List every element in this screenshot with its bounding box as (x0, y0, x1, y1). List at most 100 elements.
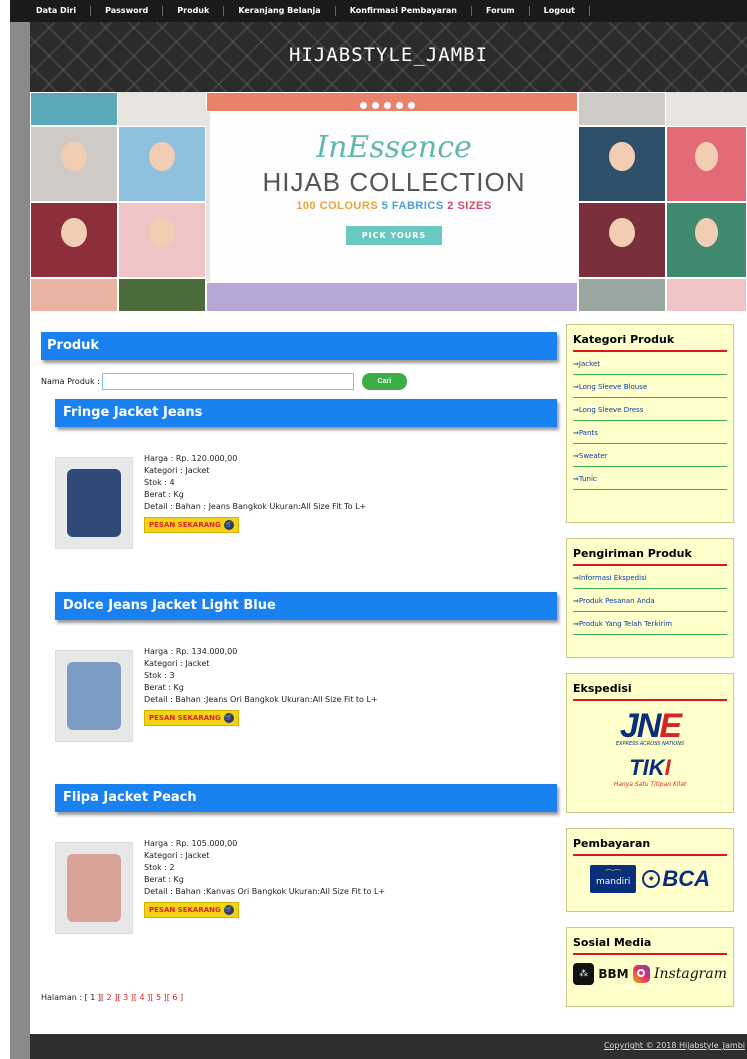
pagination-label: Halaman : (41, 993, 83, 1002)
instagram-label[interactable]: Instagram (654, 966, 727, 982)
order-now-label: PESAN SEKARANG (149, 521, 221, 529)
sidebar: Kategori Produk Jacket Long Sleeve Blous… (566, 324, 734, 1022)
banner-photo (578, 202, 666, 278)
product-image[interactable] (55, 457, 133, 549)
tag-colours: 100 COLOURS (296, 200, 379, 212)
ekspedisi-box: Ekspedisi JNE EXPRESS ACROSS NATIONS TIK… (566, 673, 734, 813)
mandiri-logo: ⌒⌒ mandiri (589, 865, 637, 893)
product-detail: Detail : Bahan : Jeans Bangkok Ukuran:Al… (144, 502, 367, 511)
pengiriman-box: Pengiriman Produk Informasi Ekspedisi Pr… (566, 538, 734, 658)
banner-photo (30, 278, 118, 312)
jne-logo: JNE EXPRESS ACROSS NATIONS (600, 709, 700, 747)
kategori-item-long-sleeve-blouse[interactable]: Long Sleeve Blouse (573, 375, 727, 398)
product-card: Flipa Jacket Peach Harga : Rp. 105.000,0… (55, 784, 557, 934)
bbm-icon[interactable]: ⁂ (573, 963, 595, 985)
search-button[interactable]: Cari (361, 373, 407, 390)
banner-collection: HIJAB COLLECTION (262, 167, 526, 197)
order-now-button[interactable]: PESAN SEKARANG 🛒 (144, 710, 239, 726)
pagination-page-5[interactable]: [ 5 ] (150, 993, 166, 1002)
kategori-title: Kategori Produk (573, 333, 727, 352)
pagination-page-3[interactable]: [ 3 ] (117, 993, 133, 1002)
pengiriman-list: Informasi Ekspedisi Produk Pesanan Anda … (573, 566, 727, 635)
pengiriman-item-produk-pesanan[interactable]: Produk Pesanan Anda (573, 589, 727, 612)
search-input[interactable] (101, 373, 354, 390)
order-now-label: PESAN SEKARANG (149, 906, 221, 914)
product-card: Fringe Jacket Jeans Harga : Rp. 120.000,… (55, 399, 557, 549)
tag-sizes: 2 SIZES (447, 200, 492, 212)
tag-fabrics: 5 FABRICS (381, 200, 444, 212)
instagram-icon[interactable] (632, 965, 651, 983)
hero-banner[interactable]: InEssence HIJAB COLLECTION 100 COLOURS 5… (30, 92, 747, 312)
product-image[interactable] (55, 650, 133, 742)
banner-photo (578, 126, 666, 202)
order-now-button[interactable]: PESAN SEKARANG 🛒 (144, 902, 239, 918)
jne-tagline: EXPRESS ACROSS NATIONS (615, 741, 685, 747)
product-category: Kategori : Jacket (144, 466, 210, 475)
left-gutter (10, 0, 30, 1059)
banner-tagline: 100 COLOURS 5 FABRICS 2 SIZES (210, 200, 578, 212)
product-title[interactable]: Dolce Jeans Jacket Light Blue (55, 592, 557, 620)
nav-konfirmasi-pembayaran[interactable]: Konfirmasi Pembayaran (336, 6, 472, 16)
pengiriman-item-informasi-ekspedisi[interactable]: Informasi Ekspedisi (573, 566, 727, 589)
slider-dots[interactable] (360, 102, 415, 109)
sosial-title: Sosial Media (573, 936, 727, 955)
product-stock: Stok : 2 (144, 863, 175, 872)
tiki-logo: TIKI Hanya Satu Titipan Kilat (573, 755, 727, 788)
social-links: ⁂ BBM Instagram (573, 963, 727, 985)
order-now-button[interactable]: PESAN SEKARANG 🛒 (144, 517, 239, 533)
ekspedisi-title: Ekspedisi (573, 682, 727, 701)
banner-photo (30, 202, 118, 278)
nav-data-diri[interactable]: Data Diri (22, 6, 92, 16)
bca-seal-icon: ◈ (642, 870, 661, 888)
pagination-page-2[interactable]: [ 2 ] (101, 993, 117, 1002)
pembayaran-title: Pembayaran (573, 837, 727, 856)
product-title[interactable]: Flipa Jacket Peach (55, 784, 557, 812)
banner-photo (118, 202, 206, 278)
top-nav: Data Diri Password Produk Keranjang Bela… (10, 0, 747, 22)
bca-logo-text: BCA (662, 866, 711, 891)
bbm-label[interactable]: BBM (598, 967, 628, 981)
tiki-logo-text: TIKI (629, 755, 671, 780)
nav-keranjang-belanja[interactable]: Keranjang Belanja (224, 6, 336, 16)
section-title: Produk (41, 332, 557, 360)
bca-logo: ◈ BCA (642, 866, 710, 892)
product-specs: Harga : Rp. 105.000,00 Kategori : Jacket… (144, 838, 385, 898)
copyright-link[interactable]: Copyright © 2018 Hijabstyle_Jambi (604, 1041, 745, 1050)
product-category: Kategori : Jacket (144, 851, 210, 860)
product-specs: Harga : Rp. 120.000,00 Kategori : Jacket… (144, 453, 366, 513)
kategori-item-jacket[interactable]: Jacket (573, 352, 727, 375)
banner-photo (578, 92, 666, 126)
cart-icon: 🛒 (223, 905, 234, 915)
kategori-item-tunic[interactable]: Tunic (573, 467, 727, 490)
product-specs: Harga : Rp. 134.000,00 Kategori : Jacket… (144, 646, 378, 706)
nav-forum[interactable]: Forum (472, 6, 530, 16)
cart-icon: 🛒 (223, 713, 234, 723)
kategori-list: Jacket Long Sleeve Blouse Long Sleeve Dr… (573, 352, 727, 490)
pembayaran-box: Pembayaran ⌒⌒ mandiri ◈ BCA (566, 828, 734, 912)
search-label: Nama Produk : (41, 377, 100, 386)
nav-produk[interactable]: Produk (163, 6, 225, 16)
banner-photo (118, 278, 206, 312)
pagination-current: [ 1 ] (84, 993, 102, 1002)
product-title[interactable]: Fringe Jacket Jeans (55, 399, 557, 427)
pagination-page-4[interactable]: [ 4 ] (134, 993, 150, 1002)
pengiriman-item-produk-terkirim[interactable]: Produk Yang Telah Terkirim (573, 612, 727, 635)
product-category: Kategori : Jacket (144, 659, 210, 668)
banner-photo (666, 126, 747, 202)
product-card: Dolce Jeans Jacket Light Blue Harga : Rp… (55, 592, 557, 742)
product-weight: Berat : Kg (144, 490, 184, 499)
product-detail: Detail : Bahan :Jeans Ori Bangkok Ukuran… (144, 695, 378, 704)
nav-password[interactable]: Password (91, 6, 164, 16)
pengiriman-title: Pengiriman Produk (573, 547, 727, 566)
site-footer: Copyright © 2018 Hijabstyle_Jambi (30, 1034, 747, 1059)
order-now-label: PESAN SEKARANG (149, 714, 221, 722)
kategori-item-long-sleeve-dress[interactable]: Long Sleeve Dress (573, 398, 727, 421)
product-image[interactable] (55, 842, 133, 934)
kategori-item-sweater[interactable]: Sweater (573, 444, 727, 467)
pagination-page-6[interactable]: [ 6 ] (167, 993, 183, 1002)
product-stock: Stok : 4 (144, 478, 175, 487)
nav-logout[interactable]: Logout (530, 6, 590, 16)
product-stock: Stok : 3 (144, 671, 175, 680)
pick-yours-button[interactable]: PICK YOURS (345, 226, 443, 245)
kategori-item-pants[interactable]: Pants (573, 421, 727, 444)
